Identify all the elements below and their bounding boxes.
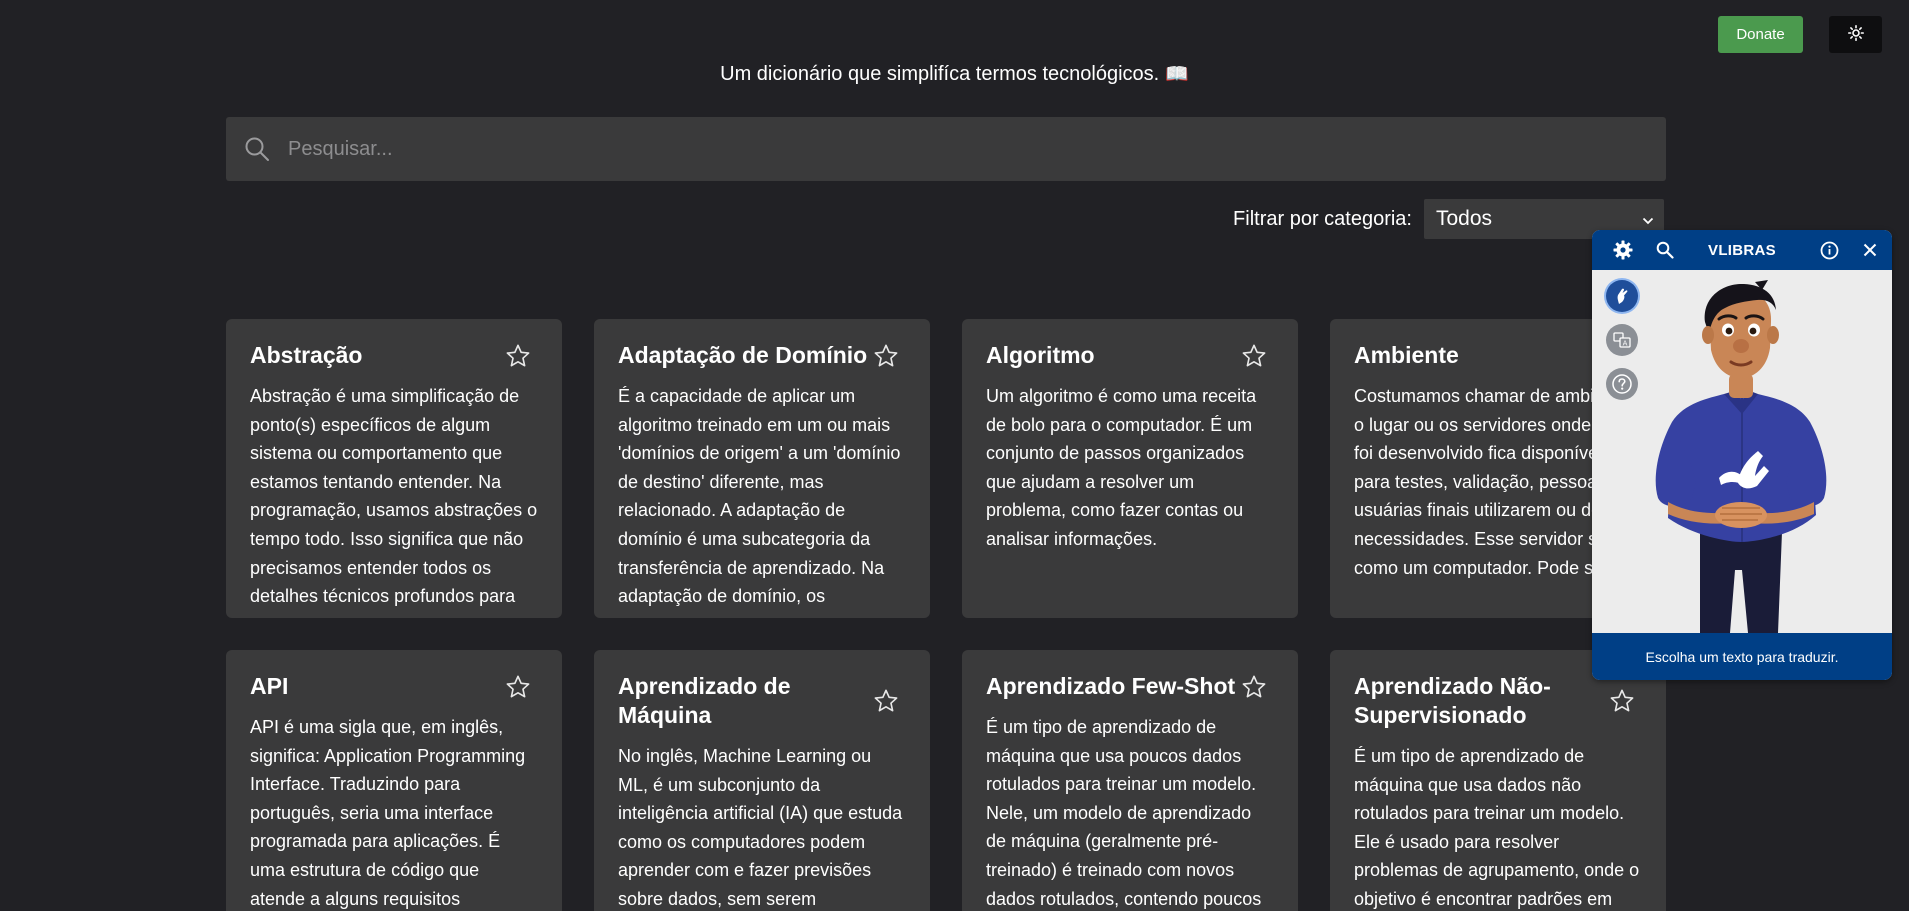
info-icon[interactable] xyxy=(1817,238,1841,262)
term-card[interactable]: Adaptação de Domínio É a capacidade de a… xyxy=(594,319,930,618)
book-emoji: 📖 xyxy=(1165,64,1189,85)
close-icon[interactable] xyxy=(1858,238,1882,262)
star-icon[interactable] xyxy=(1608,687,1636,715)
vlibras-body: A xyxy=(1592,270,1892,633)
vlibras-header: VLIBRAS xyxy=(1592,230,1892,270)
vlibras-widget[interactable]: VLIBRAS A Escolha um texto para traduzir… xyxy=(1592,230,1892,680)
chevron-down-icon xyxy=(1642,207,1654,231)
category-select-value: Todos xyxy=(1436,207,1493,230)
search-input[interactable] xyxy=(288,129,1666,169)
term-card[interactable]: Abstração Abstração é uma simplificação … xyxy=(226,319,562,618)
star-icon[interactable] xyxy=(504,342,532,370)
card-description: É um tipo de aprendizado de máquina que … xyxy=(986,717,1262,909)
card-title: Abstração xyxy=(250,342,363,368)
term-card[interactable]: Aprendizado Não-Supervisionado É um tipo… xyxy=(1330,650,1666,911)
filter-label: Filtrar por categoria: xyxy=(1233,207,1412,230)
star-icon[interactable] xyxy=(1240,673,1268,701)
star-icon[interactable] xyxy=(1240,342,1268,370)
card-title: Aprendizado de Máquina xyxy=(618,673,791,728)
star-icon[interactable] xyxy=(504,673,532,701)
search-icon xyxy=(242,134,272,164)
app-viewport: Donate Um dicionário que simplifíca term… xyxy=(0,0,1909,911)
card-description: É um tipo de aprendizado de máquina que … xyxy=(1354,746,1640,909)
search-bar[interactable] xyxy=(226,117,1666,181)
card-description: Abstração é uma simplificação de ponto(s… xyxy=(250,386,538,607)
term-card[interactable]: API API é uma sigla que, em inglês, sign… xyxy=(226,650,562,911)
term-card[interactable]: Aprendizado de Máquina No inglês, Machin… xyxy=(594,650,930,911)
theme-toggle-button[interactable] xyxy=(1829,16,1882,53)
card-title: API xyxy=(250,673,289,699)
star-icon[interactable] xyxy=(872,687,900,715)
card-description: No inglês, Machine Learning ou ML, é um … xyxy=(618,746,903,909)
card-title: Adaptação de Domínio xyxy=(618,342,868,368)
card-description: Um algoritmo é como uma receita de bolo … xyxy=(986,386,1257,549)
card-description: API é uma sigla que, em inglês, signific… xyxy=(250,717,526,909)
term-card[interactable]: Aprendizado Few-Shot É um tipo de aprend… xyxy=(962,650,1298,911)
card-title: Aprendizado Few-Shot xyxy=(986,673,1236,699)
card-title: Algoritmo xyxy=(986,342,1095,368)
tagline-text: Um dicionário que simplifíca termos tecn… xyxy=(720,63,1160,85)
card-title: Aprendizado Não-Supervisionado xyxy=(1354,673,1551,728)
term-card[interactable]: Algoritmo Um algoritmo é como uma receit… xyxy=(962,319,1298,618)
sign-language-avatar xyxy=(1655,280,1827,633)
card-description: É a capacidade de aplicar um algoritmo t… xyxy=(618,386,901,607)
terms-grid: Abstração Abstração é uma simplificação … xyxy=(226,319,1666,911)
vlibras-footer: Escolha um texto para traduzir. xyxy=(1592,633,1892,680)
donate-button[interactable]: Donate xyxy=(1718,16,1803,53)
vlibras-title: VLIBRAS xyxy=(1708,241,1776,259)
card-title: Ambiente xyxy=(1354,342,1459,368)
sun-icon xyxy=(1847,25,1864,44)
star-icon[interactable] xyxy=(872,342,900,370)
site-tagline: Um dicionário que simplifíca termos tecn… xyxy=(0,62,1909,86)
